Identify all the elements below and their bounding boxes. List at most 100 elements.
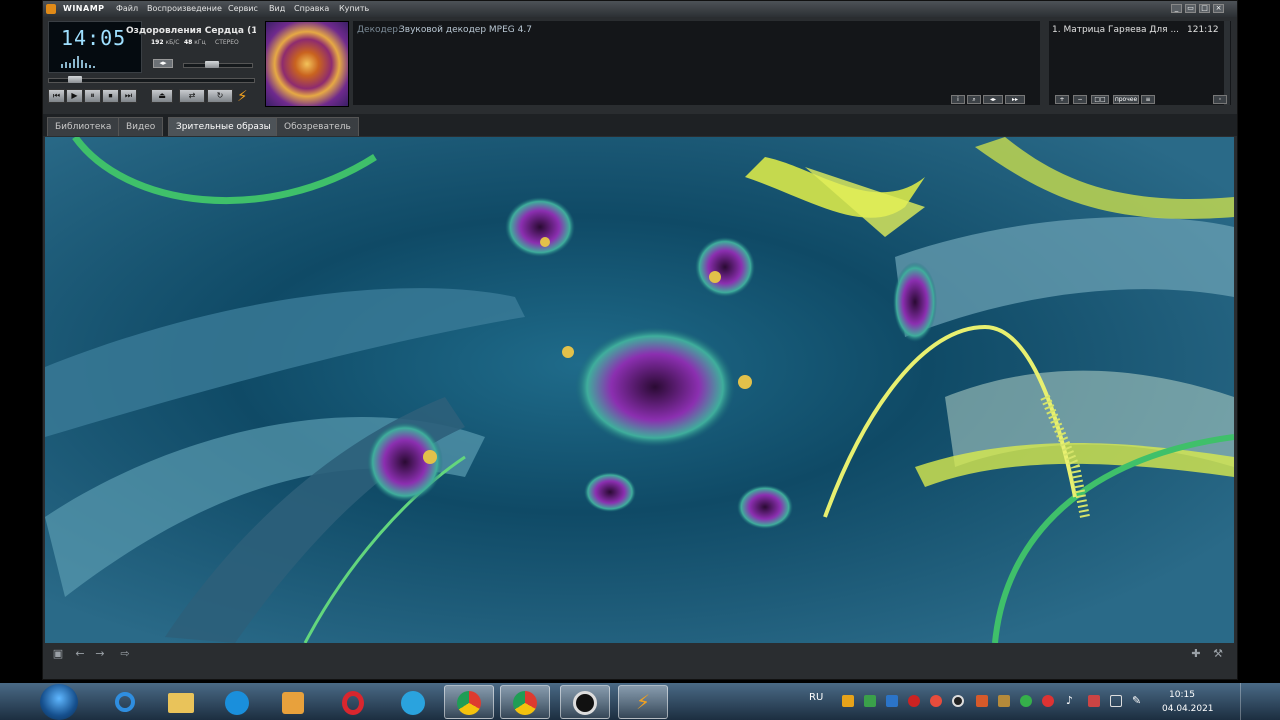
playlist-panel: 1. Матрица Гаряева Для ... 121:12 + − □□… [1049,21,1231,105]
play-button[interactable]: ▶ [66,89,83,103]
balance-button[interactable]: ◂▸ [153,59,173,68]
seek-knob[interactable] [68,76,82,83]
eject-button[interactable]: ⏏ [151,89,173,103]
prev-info-button[interactable]: ◂▸ [983,95,1003,104]
tray-network-icon[interactable] [864,695,876,707]
chrome-icon[interactable] [444,685,494,719]
repeat-button[interactable]: ↻ [207,89,233,103]
song-title: Оздоровления Сердца (12 [126,26,256,36]
visualization-graphic [45,137,1234,643]
tab-video[interactable]: Видео [118,117,164,136]
playlist-options-button[interactable]: ◦ [1213,95,1227,104]
winamp-logo-icon [46,4,56,14]
menu-buy[interactable]: Купить [339,4,369,13]
tray-opera-icon[interactable] [908,695,920,707]
next-button[interactable]: ⏭ [120,89,137,103]
winamp-taskbar-icon[interactable]: ⚡ [618,685,668,719]
media-player-icon[interactable] [268,685,318,719]
title-bar[interactable]: WINAMP Файл Воспроизведение Сервис Вид С… [43,1,1237,17]
tray-tool-icon[interactable] [976,695,988,707]
clock[interactable]: 10:15 04.04.2021 [1162,688,1214,716]
next-info-button[interactable]: ▸▸ [1005,95,1025,104]
playlist-add-button[interactable]: + [1055,95,1069,104]
tray-app-icon[interactable] [886,695,898,707]
spectrum-bar [73,59,75,68]
pause-button[interactable]: ⏸ [84,89,101,103]
shade-icon[interactable]: ▭ [1185,4,1196,13]
menu-view[interactable]: Вид [269,4,285,13]
tab-strip: Библиотека Видео Зрительные образы Обозр… [43,114,1237,136]
channels-value: СТЕРЕО [215,39,239,46]
playlist-item-duration: 121:12 [1187,25,1219,35]
spectrum-bar [93,66,95,68]
back-icon[interactable]: ← [73,648,87,660]
bottom-toolbar: ▣ ← → ⇨ ✚ ⚒ [43,644,1237,666]
lightning-icon[interactable]: ⚡ [237,87,251,105]
close-icon[interactable]: × [1213,4,1224,13]
opera-icon[interactable] [328,685,378,719]
clock-date: 04.04.2021 [1162,704,1214,714]
tray-stop-icon[interactable] [1042,695,1054,707]
plugin-icon[interactable]: ✚ [1189,648,1203,660]
chrome-icon-2[interactable] [500,685,550,719]
tray-chrome-icon[interactable] [930,695,942,707]
playlist-menu-button[interactable]: ≡ [1141,95,1155,104]
info-panel: Декодер: Звуковой декодер MPEG 4.7 i ⌕ ◂… [353,21,1040,105]
volume-icon[interactable]: ♪ [1066,695,1078,707]
spectrum-bar [69,63,71,68]
next-preset-icon[interactable]: ⇨ [115,648,135,660]
minimize-icon[interactable]: _ [1171,4,1182,13]
forward-icon[interactable]: → [93,648,107,660]
menu-tools[interactable]: Сервис [228,4,258,13]
stop-button[interactable]: ⏹ [102,89,119,103]
spectrum-bar [89,65,91,68]
explorer-icon[interactable] [156,685,206,719]
tab-library[interactable]: Библиотека [47,117,120,136]
telegram-icon[interactable] [388,685,438,719]
spectrum-bar [61,64,63,68]
ie-icon[interactable] [100,685,150,719]
search-icon[interactable]: ⌕ [967,95,981,104]
spectrum-bar [65,62,67,68]
tray-flag-icon[interactable] [1088,695,1100,707]
playlist-select-button[interactable]: □□ [1091,95,1109,104]
settings-wrench-icon[interactable]: ⚒ [1211,648,1225,660]
tray-check-icon[interactable] [1020,695,1032,707]
bitrate-value: 192 кБ/С [151,39,180,46]
album-art[interactable] [265,21,349,107]
info-button[interactable]: i [951,95,965,104]
show-desktop-button[interactable] [1240,683,1280,720]
tray-record-icon[interactable] [952,695,964,707]
tray-package-icon[interactable] [998,695,1010,707]
menu-playback[interactable]: Воспроизведение [147,4,222,13]
tab-visualization[interactable]: Зрительные образы [168,117,279,136]
tab-browser[interactable]: Обозреватель [276,117,359,136]
app-name: WINAMP [63,4,105,13]
previous-button[interactable]: ⏮ [48,89,65,103]
playlist-misc-button[interactable]: прочее [1113,95,1139,104]
clock-time: 10:15 [1169,690,1195,700]
volume-knob[interactable] [205,61,219,68]
fullscreen-icon[interactable]: ▣ [51,648,65,660]
maximize-icon[interactable]: □ [1199,4,1210,13]
visualization-canvas[interactable] [45,137,1234,643]
playlist-scrollbar[interactable] [1224,21,1230,105]
menu-file[interactable]: Файл [116,4,138,13]
winamp-window: WINAMP Файл Воспроизведение Сервис Вид С… [42,0,1238,680]
shuffle-button[interactable]: ⇄ [179,89,205,103]
samplerate-value: 48 кГц [184,39,206,46]
tray-winamp-icon[interactable] [842,695,854,707]
start-button[interactable] [40,684,78,720]
spectrum-bar [85,63,87,68]
language-indicator[interactable]: RU [809,692,823,703]
decoder-value: Звуковой декодер MPEG 4.7 [399,25,532,35]
tray-pen-icon[interactable]: ✎ [1132,695,1144,707]
menu-help[interactable]: Справка [294,4,329,13]
tray-monitor-icon[interactable] [1110,695,1122,707]
playlist-remove-button[interactable]: − [1073,95,1087,104]
elapsed-time[interactable]: 14:05 [61,26,126,50]
playlist-item[interactable]: 1. Матрица Гаряева Для ... [1052,25,1179,35]
recorder-icon[interactable] [560,685,610,719]
skype-icon[interactable] [212,685,262,719]
spectrum-bar [81,60,83,68]
